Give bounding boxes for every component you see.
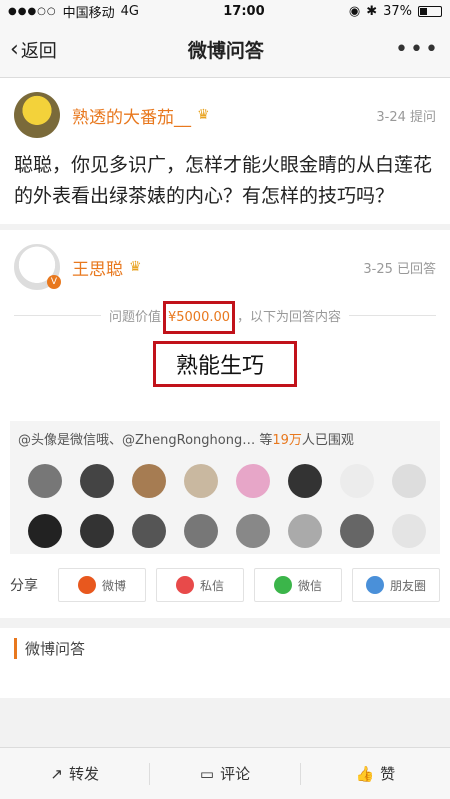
moments-icon bbox=[365, 576, 384, 594]
viewer-avatar[interactable] bbox=[288, 514, 322, 548]
viewers-block: @头像是微信哦、@ZhengRonghong… 等19万人已围观 分享 微博 私… bbox=[0, 421, 450, 618]
back-label: 返回 bbox=[20, 40, 57, 62]
comment-label: 评论 bbox=[220, 765, 251, 783]
crown-icon: ♛ bbox=[197, 107, 210, 123]
verified-icon: V bbox=[47, 275, 61, 289]
viewer-avatar[interactable] bbox=[28, 514, 62, 548]
bluetooth-icon: ✱ bbox=[366, 3, 378, 19]
carrier-label: 中国移动 bbox=[62, 5, 115, 21]
viewer-avatar[interactable] bbox=[392, 464, 426, 498]
answerer-name[interactable]: 王思聪 bbox=[72, 255, 123, 280]
crown-icon: ♛ bbox=[129, 259, 142, 275]
lock-rotation-icon: ◉ bbox=[348, 3, 361, 19]
share-button-label: 微信 bbox=[297, 578, 322, 593]
viewer-avatar[interactable] bbox=[132, 514, 166, 548]
viewer-avatar[interactable] bbox=[28, 464, 62, 498]
share-wechat-button[interactable]: 微信 bbox=[254, 568, 342, 602]
viewer-avatar[interactable] bbox=[184, 514, 218, 548]
question-card: 熟透的大番茄__ ♛ 3-24 提问 聪聪，你见多识广，怎样才能火眼金睛的从白莲… bbox=[0, 78, 450, 224]
like-button[interactable]: 👍 赞 bbox=[301, 763, 450, 784]
viewers-panel[interactable]: @头像是微信哦、@ZhengRonghong… 等19万人已围观 bbox=[10, 421, 440, 554]
comment-button[interactable]: ▭ 评论 bbox=[150, 763, 299, 784]
share-weibo-button[interactable]: 微博 bbox=[58, 568, 146, 602]
viewer-avatar[interactable] bbox=[236, 464, 270, 498]
clock: 17:00 bbox=[223, 3, 265, 19]
divider bbox=[14, 315, 101, 316]
share-label: 分享 bbox=[10, 578, 38, 594]
bottom-action-bar: ↗ 转发 ▭ 评论 👍 赞 bbox=[0, 747, 450, 799]
network-label: 4G bbox=[120, 3, 140, 19]
viewer-avatar-grid bbox=[18, 464, 432, 548]
price-prefix: 问题价值 bbox=[108, 310, 161, 325]
answer-card: V 王思聪 ♛ 3-25 已回答 问题价值 ¥5000.00 ，以下为回答内容 熟能… bbox=[0, 230, 450, 421]
asker-avatar[interactable] bbox=[14, 92, 60, 138]
repost-icon: ↗ bbox=[50, 764, 63, 783]
share-button-label: 私信 bbox=[199, 578, 224, 593]
viewer-avatar[interactable] bbox=[340, 514, 374, 548]
viewers-count: 19万 bbox=[272, 433, 302, 448]
viewer-avatar[interactable] bbox=[80, 464, 114, 498]
more-button[interactable]: ••• bbox=[395, 37, 440, 62]
section-title: 微博问答 bbox=[14, 638, 436, 659]
nav-bar: ‹ 返回 微博问答 ••• bbox=[0, 22, 450, 78]
share-row: 分享 微博 私信 微信 朋友圈 bbox=[0, 554, 450, 618]
answerer-avatar[interactable]: V bbox=[14, 244, 61, 290]
status-bar: ●●●○○ 中国移动 4G 17:00 ◉ ✱ 37% bbox=[0, 0, 450, 22]
viewer-avatar[interactable] bbox=[184, 464, 218, 498]
price-suffix: ，以下为回答内容 bbox=[237, 310, 342, 325]
page-title: 微博问答 bbox=[187, 40, 264, 62]
divider bbox=[349, 315, 436, 316]
share-button-label: 朋友圈 bbox=[389, 578, 426, 593]
share-button-label: 微博 bbox=[101, 578, 126, 593]
viewer-avatar[interactable] bbox=[340, 464, 374, 498]
viewer-avatar[interactable] bbox=[132, 464, 166, 498]
price-amount: ¥5000.00 bbox=[162, 301, 236, 334]
back-button[interactable]: ‹ 返回 bbox=[10, 37, 57, 63]
battery-percent: 37% bbox=[383, 3, 412, 19]
weibo-qa-section: 微博问答 bbox=[0, 628, 450, 698]
repost-button[interactable]: ↗ 转发 bbox=[0, 763, 149, 784]
asker-name[interactable]: 熟透的大番茄__ bbox=[72, 103, 191, 128]
answer-text: 熟能生巧 bbox=[153, 341, 297, 387]
signal-icon: ●●●○○ bbox=[8, 5, 57, 17]
viewer-avatar[interactable] bbox=[288, 464, 322, 498]
mail-icon bbox=[175, 576, 194, 594]
thumbs-up-icon: 👍 bbox=[355, 764, 375, 783]
viewer-avatar[interactable] bbox=[392, 514, 426, 548]
wechat-icon bbox=[273, 576, 292, 594]
price-line: 问题价值 ¥5000.00 ，以下为回答内容 bbox=[14, 301, 436, 334]
battery-icon bbox=[418, 5, 442, 17]
viewers-suffix: 人已围观 bbox=[301, 433, 354, 448]
question-meta: 3-24 提问 bbox=[376, 109, 436, 125]
like-label: 赞 bbox=[380, 765, 396, 783]
viewers-prefix: @头像是微信哦、@ZhengRonghong… 等 bbox=[18, 433, 273, 448]
share-moments-button[interactable]: 朋友圈 bbox=[352, 568, 440, 602]
answer-meta: 3-25 已回答 bbox=[363, 261, 436, 277]
question-text: 聪聪，你见多识广，怎样才能火眼金睛的从白莲花的外表看出绿茶婊的内心？有怎样的技巧… bbox=[14, 154, 433, 207]
weibo-icon bbox=[77, 576, 96, 594]
share-message-button[interactable]: 私信 bbox=[156, 568, 244, 602]
chevron-left-icon: ‹ bbox=[10, 37, 19, 62]
viewer-avatar[interactable] bbox=[80, 514, 114, 548]
viewer-avatar[interactable] bbox=[236, 514, 270, 548]
comment-icon: ▭ bbox=[199, 764, 215, 783]
repost-label: 转发 bbox=[68, 765, 99, 783]
